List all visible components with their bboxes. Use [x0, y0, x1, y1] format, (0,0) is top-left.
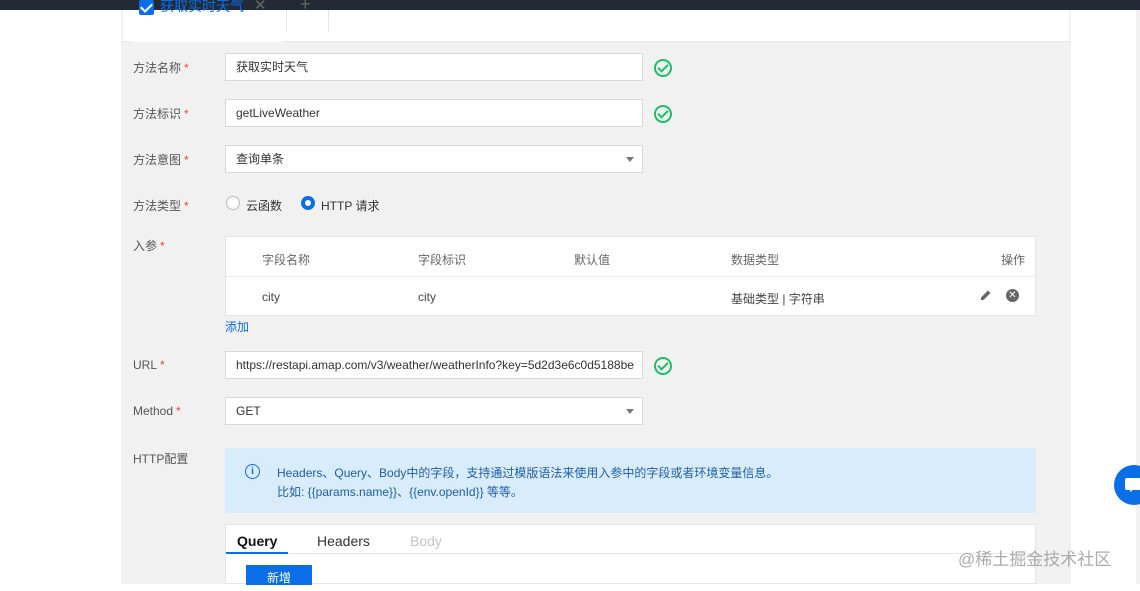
http-method-label: Method * [133, 404, 181, 418]
tab-query[interactable]: Query [237, 533, 277, 549]
params-label: 入参 * [133, 237, 165, 254]
method-name-input[interactable]: 获取实时天气 [225, 53, 643, 81]
tab-separator [286, 10, 287, 32]
tab-body[interactable]: Body [410, 533, 442, 549]
tab-close-icon[interactable]: ✕ [254, 0, 267, 14]
col-header-actions: 操作 [1001, 253, 1026, 267]
required-mark: * [184, 61, 189, 75]
col-header-field-id: 字段标识 [418, 253, 467, 267]
method-intent-value: 查询单条 [236, 152, 285, 166]
method-type-label: 方法类型 * [133, 197, 189, 214]
http-config-tabs: Query Headers Body 新增 [225, 524, 1036, 585]
template-info-alert: i Headers、Query、Body中的字段，支持通过模版语法来使用入参中的… [225, 448, 1036, 513]
col-header-data-type: 数据类型 [731, 253, 780, 267]
method-intent-label: 方法意图 * [133, 151, 189, 168]
tab-headers[interactable]: Headers [317, 533, 370, 549]
chevron-down-icon [626, 409, 634, 414]
required-mark: * [176, 404, 181, 418]
col-header-field-name: 字段名称 [262, 253, 311, 267]
tab-method-label[interactable]: 获取实时天气 [160, 0, 244, 16]
http-config-label-text: HTTP配置 [133, 452, 189, 466]
cell-field-name: city [262, 290, 280, 304]
valid-check-icon [654, 357, 672, 375]
info-icon: i [245, 464, 260, 479]
valid-check-icon [654, 105, 672, 123]
method-id-input[interactable]: getLiveWeather [225, 99, 643, 127]
radio-http-request[interactable] [301, 196, 315, 210]
tabs-divider [226, 553, 1035, 554]
http-method-select[interactable]: GET [225, 397, 643, 425]
url-label-text: URL [133, 358, 158, 372]
tab-separator [328, 10, 329, 32]
add-tab-icon[interactable]: + [300, 0, 311, 15]
add-param-link[interactable]: 添加 [225, 318, 249, 335]
required-mark: * [160, 239, 165, 253]
radio-http-request-label[interactable]: HTTP 请求 [321, 197, 379, 214]
http-config-label: HTTP配置 [133, 450, 188, 467]
params-table: 字段名称 字段标识 默认值 数据类型 操作 city city 基础类型 | 字… [225, 236, 1036, 316]
table-divider [226, 276, 1035, 277]
required-mark: * [160, 358, 165, 372]
required-mark: * [184, 107, 189, 121]
required-mark: * [184, 199, 189, 213]
col-header-default: 默认值 [574, 253, 611, 267]
chat-support-button[interactable] [1114, 465, 1140, 505]
method-id-label-text: 方法标识 [133, 107, 182, 121]
tab-checkbox-icon[interactable] [139, 0, 154, 15]
method-name-label: 方法名称 * [133, 59, 189, 76]
add-query-button[interactable]: 新增 [246, 565, 312, 585]
radio-cloud-function[interactable] [226, 196, 240, 210]
url-label: URL * [133, 358, 165, 372]
info-text-line1: Headers、Query、Body中的字段，支持通过模版语法来使用入参中的字段… [277, 466, 779, 480]
delete-circle-icon[interactable]: ✕ [1006, 289, 1019, 302]
method-intent-label-text: 方法意图 [133, 153, 182, 167]
valid-check-icon [654, 59, 672, 77]
method-intent-select[interactable]: 查询单条 [225, 145, 643, 173]
cell-field-id: city [418, 290, 436, 304]
http-method-value: GET [236, 404, 261, 418]
watermark: @稀土掘金技术社区 [958, 550, 1112, 569]
chevron-down-icon [626, 157, 634, 162]
radio-cloud-function-label[interactable]: 云函数 [246, 197, 282, 214]
http-method-label-text: Method [133, 404, 174, 418]
url-input[interactable]: https://restapi.amap.com/v3/weather/weat… [225, 351, 643, 379]
chat-bubble-icon [1125, 478, 1140, 492]
method-name-label-text: 方法名称 [133, 61, 182, 75]
edit-pencil-icon[interactable] [980, 289, 992, 301]
method-id-label: 方法标识 * [133, 105, 189, 122]
info-text-line2: 比如: {{params.name}}、{{env.openId}} 等等。 [277, 485, 523, 499]
method-type-label-text: 方法类型 [133, 199, 182, 213]
params-label-text: 入参 [133, 239, 158, 253]
required-mark: * [184, 153, 189, 167]
active-tab-underline [226, 552, 288, 554]
cell-data-type: 基础类型 | 字符串 [731, 292, 825, 306]
